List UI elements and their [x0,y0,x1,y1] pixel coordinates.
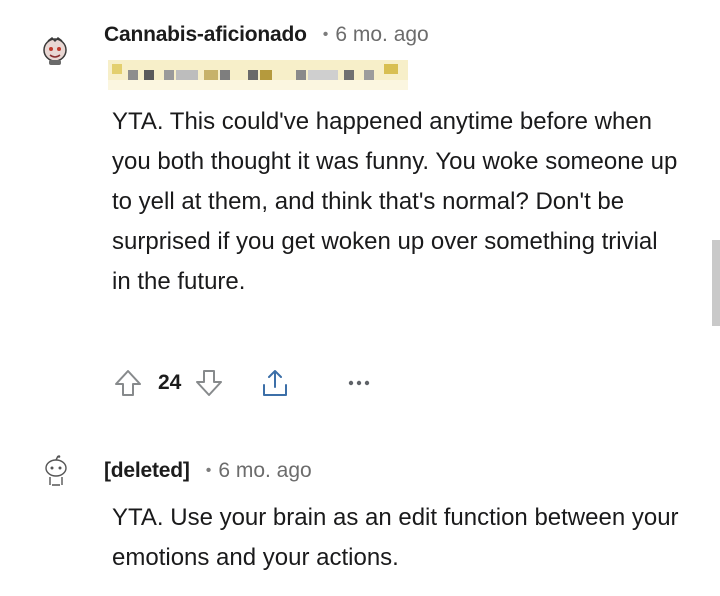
comment-body: YTA. This could've happened anytime befo… [112,108,678,295]
more-options-icon[interactable] [343,367,375,399]
comment-header: Cannabis-aficionado • 6 mo. ago [104,20,429,50]
user-flair-redacted [108,60,408,90]
username-link[interactable]: Cannabis-aficionado [104,23,307,47]
comment-header: [deleted] • 6 mo. ago [104,456,312,486]
comment-body: YTA. Use your brain as an edit function … [112,504,679,571]
timestamp[interactable]: 6 mo. ago [218,459,311,483]
snoo-avatar-icon[interactable] [40,33,70,67]
vote-score: 24 [158,371,182,394]
downvote-arrow-icon[interactable] [193,367,225,399]
scrollbar[interactable] [712,240,720,326]
share-icon[interactable] [259,367,291,399]
separator-dot: • [322,26,329,43]
deleted-snoo-avatar-icon [41,455,71,489]
comment-actions: 24 [112,365,375,401]
username-deleted: [deleted] [104,459,190,482]
timestamp[interactable]: 6 mo. ago [335,23,428,47]
upvote-arrow-icon[interactable] [112,367,144,399]
separator-dot: • [205,462,212,479]
